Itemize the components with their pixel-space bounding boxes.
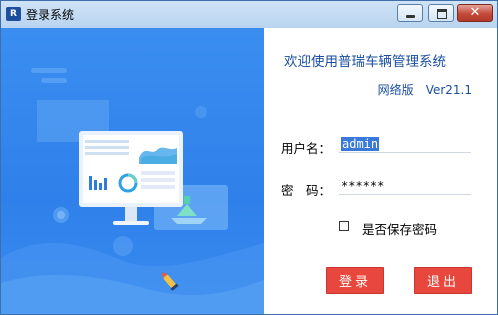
maximize-button[interactable]	[428, 4, 454, 22]
username-input[interactable]: admin	[339, 136, 471, 153]
login-form-panel: 欢迎使用普瑞车辆管理系统 网络版 Ver21.1 用户名： admin 密 码： …	[264, 28, 497, 314]
welcome-heading: 欢迎使用普瑞车辆管理系统	[284, 54, 446, 70]
remember-password-checkbox[interactable]	[339, 221, 349, 231]
remember-password-label[interactable]: 是否保存密码	[362, 219, 437, 238]
window-title: 登录系统	[26, 8, 75, 22]
minimize-button[interactable]	[397, 4, 423, 22]
close-icon: ✕	[469, 5, 481, 20]
version-label: Ver21.1	[425, 83, 472, 97]
app-logo-icon: R	[6, 7, 21, 21]
edition-label: 网络版	[377, 83, 414, 97]
close-button[interactable]: ✕	[457, 4, 493, 22]
username-label: 用户名：	[281, 141, 332, 156]
login-button[interactable]: 登录	[326, 267, 384, 294]
password-label: 密 码：	[281, 183, 332, 198]
illustration-panel	[1, 28, 264, 314]
dashboard-monitor-illustration	[1, 68, 264, 314]
title-bar[interactable]: R 登录系统 ✕	[1, 1, 497, 28]
exit-button[interactable]: 退出	[414, 267, 472, 294]
username-value: admin	[341, 137, 380, 151]
password-input[interactable]: ******	[339, 178, 471, 195]
password-value: ******	[341, 179, 385, 193]
login-window: R 登录系统 ✕ 欢迎使用普瑞车辆管理系统 网络版 Ver21.1 用户名： a…	[0, 0, 498, 315]
version-line: 网络版 Ver21.1	[378, 81, 472, 98]
